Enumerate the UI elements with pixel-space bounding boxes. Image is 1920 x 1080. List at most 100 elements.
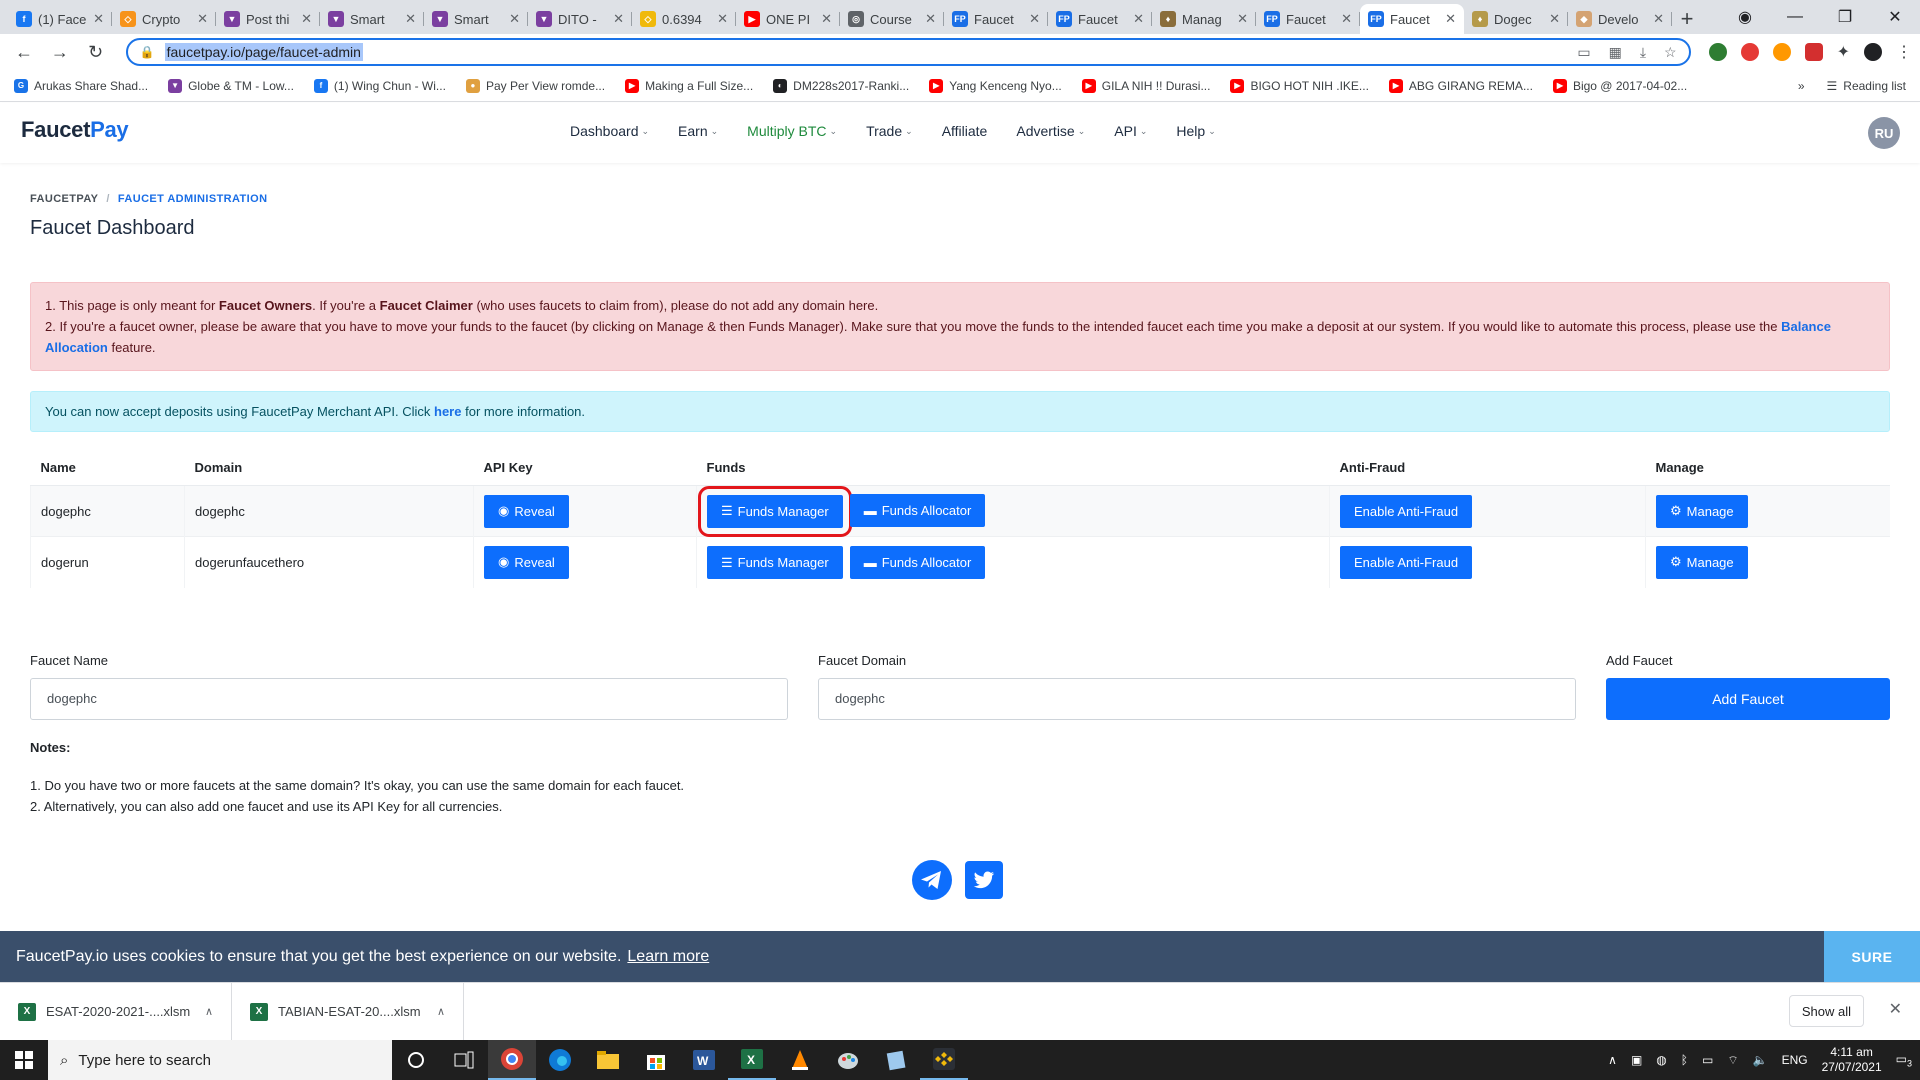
enable-anti-fraud-button[interactable]: Enable Anti-Fraud <box>1340 545 1473 579</box>
browser-tab[interactable]: ▼ Smart ✕ <box>424 4 528 34</box>
nav-item-advertise[interactable]: Advertise ⌄ <box>1016 123 1085 139</box>
tab-close-icon[interactable]: ✕ <box>197 11 208 27</box>
enable-anti-fraud-button[interactable]: Enable Anti-Fraud <box>1340 494 1473 528</box>
nav-item-trade[interactable]: Trade ⌄ <box>866 123 913 139</box>
manage-button[interactable]: ⚙ Manage <box>1656 494 1748 528</box>
nav-item-help[interactable]: Help ⌄ <box>1176 123 1215 139</box>
edge-taskbar-icon[interactable] <box>536 1040 584 1080</box>
tray-expand-icon[interactable]: ∧ <box>1608 1053 1617 1067</box>
excel-icon[interactable]: X <box>728 1040 776 1080</box>
browser-tab[interactable]: ▼ Post thi ✕ <box>216 4 320 34</box>
forward-button[interactable]: → <box>44 36 76 68</box>
funds-manager-button[interactable]: ☰ Funds Manager <box>698 485 852 537</box>
nav-item-api[interactable]: API ⌄ <box>1114 123 1147 139</box>
reload-button[interactable]: ↻ <box>80 36 112 68</box>
download-item[interactable]: X TABIAN-ESAT-20....xlsm ∧ <box>232 982 464 1041</box>
user-avatar[interactable]: RU <box>1868 117 1900 149</box>
tab-close-icon[interactable]: ✕ <box>301 11 312 27</box>
clock[interactable]: 4:11 am 27/07/2021 <box>1822 1045 1882 1075</box>
tab-close-icon[interactable]: ✕ <box>717 11 728 27</box>
bookmark-item[interactable]: ▶ BIGO HOT NIH .IKE... <box>1230 78 1369 93</box>
task-view-icon[interactable] <box>440 1040 488 1080</box>
minimize-button[interactable]: — <box>1770 0 1820 34</box>
funds-allocator-button[interactable]: ▬ Funds Allocator <box>849 545 986 579</box>
menu-dots-icon[interactable]: ⋮ <box>1896 42 1912 62</box>
nav-item-affiliate[interactable]: Affiliate <box>942 123 988 139</box>
browser-tab[interactable]: FP Faucet ✕ <box>944 4 1048 34</box>
cast-icon[interactable]: ▭ <box>1577 44 1590 61</box>
bookmark-item[interactable]: ◐ DM228s2017-Ranki... <box>773 78 909 93</box>
tab-close-icon[interactable]: ✕ <box>613 11 624 27</box>
battery-icon[interactable]: ▭ <box>1702 1053 1713 1067</box>
faucet-domain-input[interactable] <box>818 677 1576 720</box>
tab-close-icon[interactable]: ✕ <box>1133 11 1144 27</box>
browser-tab[interactable]: ▼ DITO - ✕ <box>528 4 632 34</box>
telegram-icon[interactable] <box>912 860 952 900</box>
cookie-accept-button[interactable]: SURE <box>1824 931 1920 982</box>
tray-app-icon[interactable]: ▣ <box>1631 1053 1642 1067</box>
browser-tab[interactable]: FP Faucet ✕ <box>1048 4 1152 34</box>
file-explorer-icon[interactable] <box>584 1040 632 1080</box>
breadcrumb-current[interactable]: FAUCET ADMINISTRATION <box>118 193 268 205</box>
nav-item-dashboard[interactable]: Dashboard ⌄ <box>570 123 649 139</box>
merchant-api-here-link[interactable]: here <box>434 404 461 419</box>
more-bookmarks-button[interactable]: » <box>1798 79 1805 93</box>
tab-close-icon[interactable]: ✕ <box>1029 11 1040 27</box>
bookmark-item[interactable]: ● Pay Per View romde... <box>465 78 605 93</box>
wifi-icon[interactable]: ⌔ <box>1727 1053 1738 1068</box>
browser-tab[interactable]: ◎ Course ✕ <box>840 4 944 34</box>
chrome-taskbar-icon[interactable] <box>488 1040 536 1080</box>
url-text[interactable]: faucetpay.io/page/faucet-admin <box>164 43 363 61</box>
install-icon[interactable]: ⤓ <box>1640 44 1646 61</box>
tab-close-icon[interactable]: ✕ <box>509 11 520 27</box>
browser-tab[interactable]: f (1) Face ✕ <box>8 4 112 34</box>
bookmark-item[interactable]: G Arukas Share Shad... <box>14 78 148 93</box>
funds-manager-button[interactable]: ☰ Funds Manager <box>707 546 843 579</box>
profile-avatar-icon[interactable] <box>1863 43 1882 61</box>
tab-close-icon[interactable]: ✕ <box>1549 11 1560 27</box>
bookmark-item[interactable]: ▶ Bigo @ 2017-04-02... <box>1552 78 1687 93</box>
close-downloads-icon[interactable]: ✕ <box>1889 999 1902 1019</box>
browser-tab[interactable]: ◇ 0.6394 ✕ <box>632 4 736 34</box>
bookmark-item[interactable]: ▶ Yang Kenceng Nyo... <box>929 78 1062 93</box>
bookmark-item[interactable]: f (1) Wing Chun - Wi... <box>313 78 446 93</box>
reveal-api-key-button[interactable]: ◉ Reveal <box>484 545 569 579</box>
bookmark-star-icon[interactable]: ☆ <box>1664 44 1677 61</box>
show-all-downloads-button[interactable]: Show all <box>1788 995 1864 1027</box>
adblock-icon[interactable] <box>1804 43 1823 61</box>
funds-allocator-button[interactable]: ▬ Funds Allocator <box>849 494 986 528</box>
browser-tab[interactable]: ▼ Smart ✕ <box>320 4 424 34</box>
tab-close-icon[interactable]: ✕ <box>1341 11 1352 27</box>
bookmark-item[interactable]: ▼ Globe & TM - Low... <box>168 78 294 93</box>
browser-tab[interactable]: ▶ ONE PI ✕ <box>736 4 840 34</box>
address-bar[interactable]: 🔒 faucetpay.io/page/faucet-admin ▭ ▦ ⤓ ☆ <box>125 38 1691 66</box>
word-icon[interactable]: W <box>680 1040 728 1080</box>
chevron-up-icon[interactable]: ∧ <box>205 1005 213 1018</box>
maximize-button[interactable]: ❐ <box>1820 0 1870 34</box>
profile-menu-icon[interactable]: ◉ <box>1720 0 1770 34</box>
browser-tab[interactable]: ♦ Manag ✕ <box>1152 4 1256 34</box>
extension-red-icon[interactable] <box>1740 43 1759 61</box>
back-button[interactable]: ← <box>8 36 40 68</box>
binance-icon[interactable] <box>920 1040 968 1080</box>
twitter-icon[interactable] <box>964 860 1004 900</box>
bookmark-item[interactable]: ▶ ABG GIRANG REMA... <box>1388 78 1533 93</box>
chevron-up-icon[interactable]: ∧ <box>437 1005 445 1018</box>
browser-tab[interactable]: ◇ Crypto ✕ <box>112 4 216 34</box>
browser-tab[interactable]: FP Faucet ✕ <box>1360 4 1464 34</box>
new-tab-button[interactable]: + <box>1672 4 1702 34</box>
tab-close-icon[interactable]: ✕ <box>405 11 416 27</box>
windows-start-button[interactable] <box>0 1040 48 1080</box>
qr-code-icon[interactable]: ▦ <box>1609 44 1622 61</box>
manage-button[interactable]: ⚙ Manage <box>1656 545 1748 579</box>
vlc-icon[interactable] <box>776 1040 824 1080</box>
nav-item-multiply-btc[interactable]: Multiply BTC ⌄ <box>747 123 837 139</box>
bookmark-item[interactable]: ▶ GILA NIH !! Durasi... <box>1081 78 1210 93</box>
volume-icon[interactable]: 🔈 <box>1753 1053 1768 1067</box>
breadcrumb-root[interactable]: FAUCETPAY <box>30 193 98 205</box>
tab-close-icon[interactable]: ✕ <box>1237 11 1248 27</box>
taskbar-search-box[interactable]: ⌕ Type here to search <box>48 1040 392 1080</box>
extension-globe-icon[interactable] <box>1708 43 1727 61</box>
notepad-icon[interactable] <box>872 1040 920 1080</box>
bluetooth-icon[interactable]: ᛒ <box>1681 1053 1688 1067</box>
